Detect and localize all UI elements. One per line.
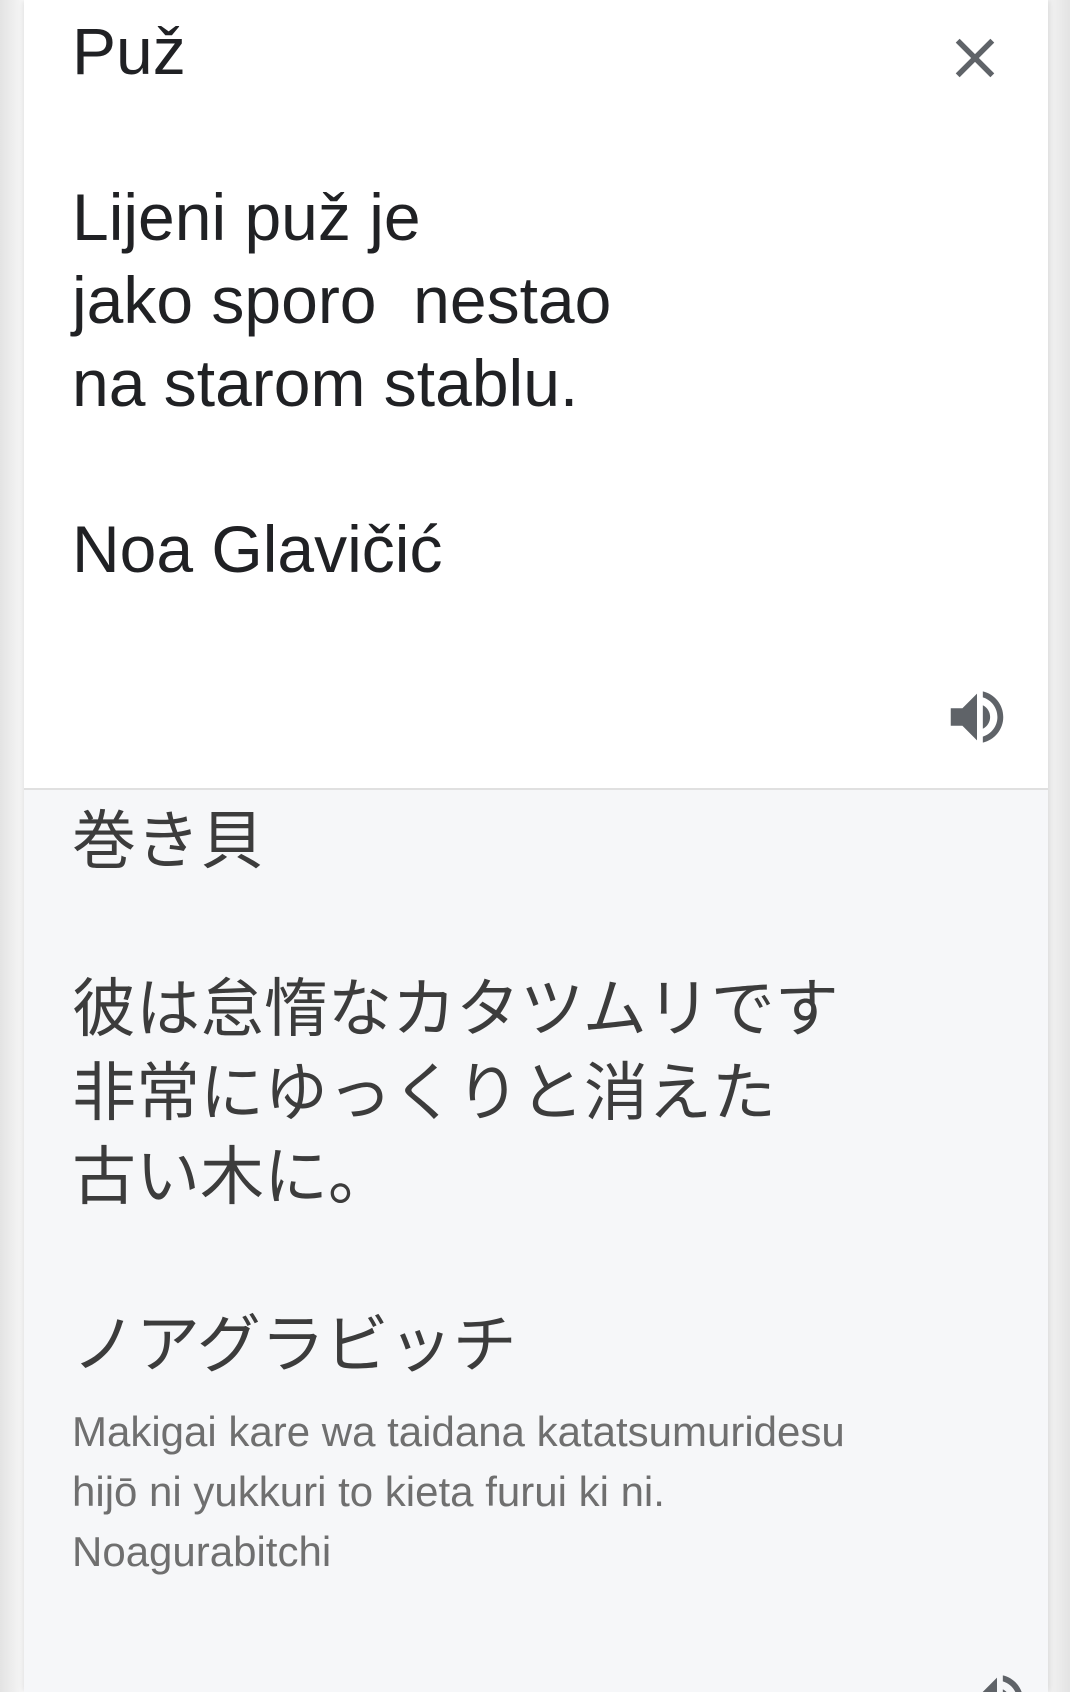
translation-panel: 巻き貝 彼は怠惰なカタツムリです 非常にゆっくりと消えた 古い木に。 ノアグラビ… bbox=[24, 790, 1048, 1692]
volume-up-icon bbox=[950, 691, 1004, 743]
listen-source-button[interactable] bbox=[942, 682, 1012, 752]
source-text[interactable]: Puž Lijeni puž je jako sporo nestao na s… bbox=[72, 10, 952, 591]
close-button[interactable] bbox=[942, 25, 1008, 91]
volume-up-icon bbox=[982, 1675, 1022, 1692]
romanization-text: Makigai kare wa taidana katatsumuridesu … bbox=[72, 1408, 845, 1575]
translation-text: 巻き貝 彼は怠惰なカタツムリです 非常にゆっくりと消えた 古い木に。 ノアグラビ… bbox=[72, 805, 839, 1383]
listen-translation-button[interactable] bbox=[962, 1666, 1032, 1692]
translation-card: Puž Lijeni puž je jako sporo nestao na s… bbox=[24, 0, 1048, 1692]
source-panel: Puž Lijeni puž je jako sporo nestao na s… bbox=[24, 0, 1048, 790]
translate-screen: Puž Lijeni puž je jako sporo nestao na s… bbox=[0, 0, 1070, 1692]
close-icon bbox=[955, 38, 995, 78]
